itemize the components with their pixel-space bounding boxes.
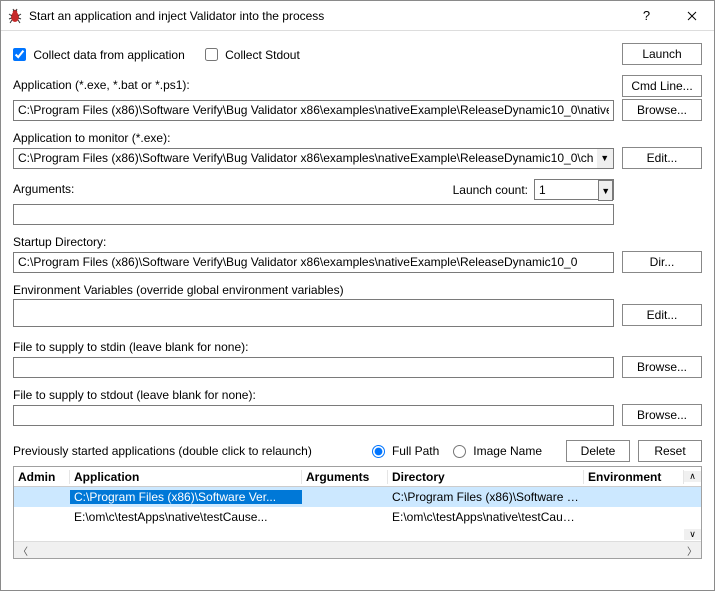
arguments-label: Arguments: bbox=[13, 182, 453, 196]
col-application[interactable]: Application bbox=[70, 470, 302, 484]
collect-data-checkbox-wrap: Collect data from application bbox=[13, 47, 185, 62]
prev-apps-label: Previously started applications (double … bbox=[13, 444, 312, 458]
col-environment[interactable]: Environment bbox=[584, 470, 684, 484]
cmd-line-button[interactable]: Cmd Line... bbox=[622, 75, 702, 97]
table-row[interactable]: ∨ bbox=[14, 527, 701, 541]
application-label: Application (*.exe, *.bat or *.ps1): bbox=[13, 78, 614, 92]
app-icon bbox=[7, 8, 23, 24]
scroll-right-icon[interactable]: 〉 bbox=[687, 543, 697, 558]
close-button[interactable] bbox=[669, 1, 714, 30]
launch-count-select[interactable]: ▼ bbox=[534, 179, 614, 200]
collect-stdout-label[interactable]: Collect Stdout bbox=[225, 47, 300, 61]
env-vars-label: Environment Variables (override global e… bbox=[13, 283, 702, 297]
collect-data-label[interactable]: Collect data from application bbox=[33, 47, 184, 61]
arguments-input[interactable] bbox=[13, 204, 614, 225]
collect-stdout-checkbox-wrap: Collect Stdout bbox=[205, 47, 300, 62]
help-button[interactable]: ? bbox=[624, 1, 669, 30]
launch-count-label: Launch count: bbox=[453, 183, 528, 197]
env-vars-input[interactable] bbox=[13, 299, 614, 327]
startup-dir-label: Startup Directory: bbox=[13, 235, 702, 249]
startup-dir-button[interactable]: Dir... bbox=[622, 251, 702, 273]
launch-count-dropdown-arrow[interactable]: ▼ bbox=[598, 180, 613, 201]
application-input[interactable] bbox=[13, 100, 614, 121]
collect-data-checkbox[interactable] bbox=[13, 48, 26, 61]
application-monitor-edit-button[interactable]: Edit... bbox=[622, 147, 702, 169]
stdin-label: File to supply to stdin (leave blank for… bbox=[13, 340, 702, 354]
horizontal-scrollbar[interactable]: 〈 〉 bbox=[14, 541, 701, 558]
scroll-down-icon[interactable]: ∨ bbox=[684, 529, 701, 540]
application-browse-button[interactable]: Browse... bbox=[622, 99, 702, 121]
stdin-browse-button[interactable]: Browse... bbox=[622, 356, 702, 378]
reset-button[interactable]: Reset bbox=[638, 440, 702, 462]
window-title: Start an application and inject Validato… bbox=[29, 9, 624, 23]
table-row[interactable]: E:\om\c\testApps\native\testCause... E:\… bbox=[14, 507, 701, 527]
launch-button[interactable]: Launch bbox=[622, 43, 702, 65]
stdout-label: File to supply to stdout (leave blank fo… bbox=[13, 388, 702, 402]
application-monitor-input[interactable] bbox=[13, 148, 597, 169]
startup-dir-input[interactable] bbox=[13, 252, 614, 273]
prev-apps-grid[interactable]: Admin Application Arguments Directory En… bbox=[13, 466, 702, 559]
col-directory[interactable]: Directory bbox=[388, 470, 584, 484]
delete-button[interactable]: Delete bbox=[566, 440, 630, 462]
stdout-browse-button[interactable]: Browse... bbox=[622, 404, 702, 426]
application-monitor-dropdown[interactable]: ▼ bbox=[597, 148, 615, 169]
table-row[interactable]: C:\Program Files (x86)\Software Ver... C… bbox=[14, 487, 701, 507]
collect-stdout-checkbox[interactable] bbox=[205, 48, 218, 61]
env-vars-edit-button[interactable]: Edit... bbox=[622, 304, 702, 326]
application-monitor-label: Application to monitor (*.exe): bbox=[13, 131, 702, 145]
launch-count-input[interactable] bbox=[535, 180, 598, 199]
title-bar: Start an application and inject Validato… bbox=[1, 1, 714, 31]
full-path-label[interactable]: Full Path bbox=[392, 444, 439, 458]
scroll-up-icon[interactable]: ∧ bbox=[684, 471, 701, 482]
col-arguments[interactable]: Arguments bbox=[302, 470, 388, 484]
col-admin[interactable]: Admin bbox=[14, 470, 70, 484]
image-name-radio[interactable] bbox=[453, 445, 466, 458]
scroll-left-icon[interactable]: 〈 bbox=[18, 543, 28, 558]
stdout-input[interactable] bbox=[13, 405, 614, 426]
grid-header: Admin Application Arguments Directory En… bbox=[14, 467, 701, 487]
full-path-radio[interactable] bbox=[372, 445, 385, 458]
image-name-label[interactable]: Image Name bbox=[473, 444, 542, 458]
stdin-input[interactable] bbox=[13, 357, 614, 378]
